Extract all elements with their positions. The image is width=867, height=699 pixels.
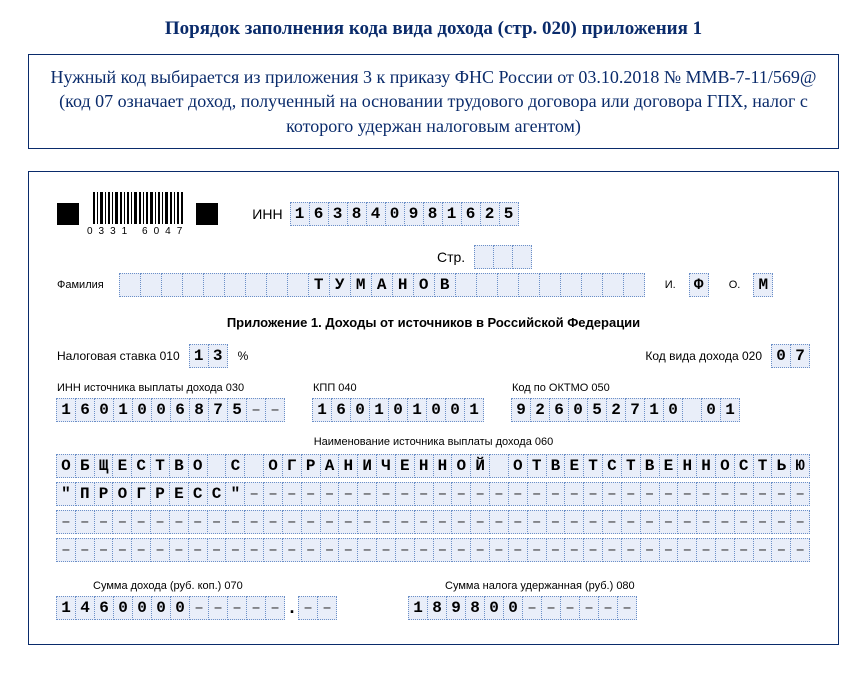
tax-rate-cells: 13 [190,344,228,368]
familia-label: Фамилия [57,279,104,291]
o-cell: М [754,273,773,297]
o-label: О. [729,279,741,291]
src-name-label: Наименование источника выплаты дохода 06… [57,436,810,448]
tax-rate-label: Налоговая ставка 010 [57,349,180,363]
sums-row: Сумма дохода (руб. коп.) 070 1460000 . С… [57,580,810,620]
intro-box: Нужный код выбирается из приложения 3 к … [28,54,839,149]
inn-src-label: ИНН источника выплаты дохода 030 [57,382,285,394]
marker-right [196,203,218,225]
oktmo-label: Код по ОКТМО 050 [512,382,740,394]
sum-tax-cells: 189800 [409,596,637,620]
str-label: Стр. [437,249,465,265]
oktmo-cells: 926052710 01 [512,398,740,422]
name-line3 [57,510,810,534]
sum-tax-label: Сумма налога удержанная (руб.) 080 [409,580,637,592]
familia-cells: ТУМАНОВ [120,273,645,297]
dot-separator: . [285,597,299,618]
i-label: И. [665,279,676,291]
top-row: 0331 6047 ИНН 163840981625 [57,192,810,237]
kpp-label: КПП 040 [313,382,484,394]
percent-label: % [238,349,249,363]
marker-left [57,203,79,225]
rate-code-row: Налоговая ставка 010 13 % Код вида доход… [57,344,810,368]
sum-income-kop [299,596,337,620]
str-cells [475,245,532,269]
form-subtitle: Приложение 1. Доходы от источников в Рос… [57,315,810,330]
income-code-cells: 07 [772,344,810,368]
source-ids-row: ИНН источника выплаты дохода 030 1601006… [57,382,810,422]
inn-src-cells: 1601006875 [57,398,285,422]
name-line2: "ПРОГРЕСС" [57,482,810,506]
income-code-label: Код вида дохода 020 [645,349,762,363]
name-line4 [57,538,810,562]
inn-label: ИНН [252,206,282,222]
inn-cells: 163840981625 [291,202,519,226]
tax-form: 0331 6047 ИНН 163840981625 Стр. Фамилия … [28,171,839,645]
name-line1: ОБЩЕСТВО С ОГРАНИЧЕННОЙ ОТВЕТСТВЕННОСТЬЮ [57,454,810,478]
sum-income-rub: 1460000 [57,596,285,620]
barcode: 0331 6047 [87,192,188,237]
page-num-row: Стр. [437,245,810,269]
barcode-number: 0331 6047 [87,226,188,237]
sum-income-label: Сумма дохода (руб. коп.) 070 [57,580,337,592]
kpp-cells: 160101001 [313,398,484,422]
i-cell: Ф [690,273,709,297]
surname-row: Фамилия ТУМАНОВ И. Ф О. М [57,273,810,297]
page-title: Порядок заполнения кода вида дохода (стр… [28,18,839,40]
